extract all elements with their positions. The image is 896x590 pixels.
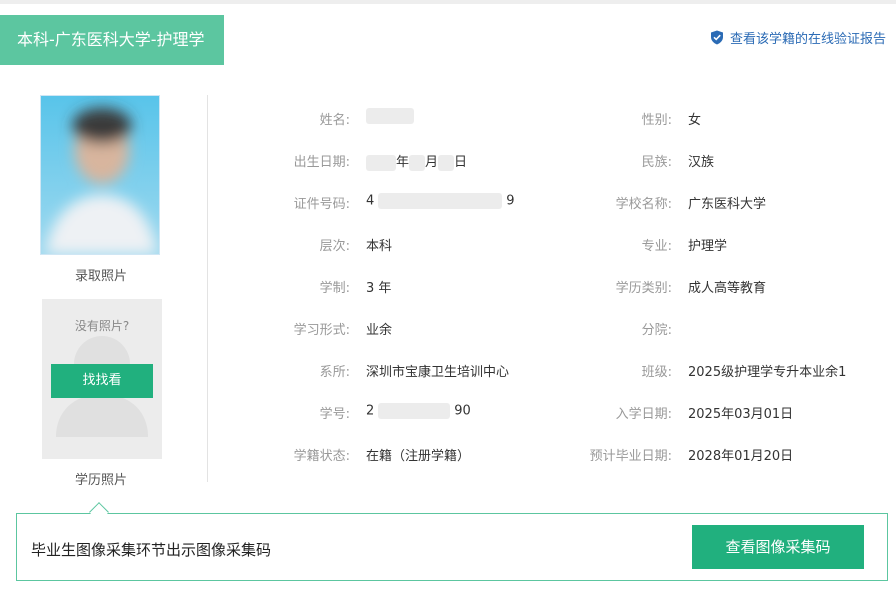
edu-type-value: 成人高等教育 bbox=[688, 281, 767, 296]
name-label: 姓名: bbox=[319, 113, 350, 128]
graduation-date-label: 预计毕业日期: bbox=[589, 449, 672, 464]
enroll-date-value: 2025年03月01日 bbox=[688, 407, 794, 422]
no-photo-text: 没有照片? bbox=[74, 319, 130, 333]
degree-photo-caption: 学历照片 bbox=[74, 473, 127, 488]
redacted-block bbox=[378, 403, 451, 419]
study-form-value: 业余 bbox=[366, 323, 393, 338]
class-value: 2025级护理学专升本业余1 bbox=[688, 365, 847, 380]
image-code-text: 毕业生图像采集环节出示图像采集码 bbox=[31, 541, 272, 559]
admission-photo bbox=[40, 95, 160, 255]
status-value: 在籍（注册学籍） bbox=[366, 449, 471, 464]
school-label: 学校名称: bbox=[615, 197, 672, 212]
student-no-prefix: 2 bbox=[366, 403, 375, 419]
ethnicity-label: 民族: bbox=[641, 155, 672, 170]
birth-month-suffix: 月 bbox=[425, 155, 439, 170]
id-label: 证件号码: bbox=[293, 197, 350, 212]
duration-value: 3 年 bbox=[366, 281, 392, 296]
find-photo-button[interactable]: 找找看 bbox=[51, 364, 153, 398]
student-no-value: 2 90 bbox=[366, 403, 471, 419]
edu-type-label: 学历类别: bbox=[615, 281, 672, 296]
birth-day-suffix: 日 bbox=[454, 155, 468, 170]
admission-photo-caption: 录取照片 bbox=[74, 269, 127, 284]
redacted-block bbox=[366, 154, 396, 171]
level-label: 层次: bbox=[319, 239, 350, 254]
redacted-block bbox=[378, 193, 503, 209]
birth-label: 出生日期: bbox=[293, 155, 350, 170]
duration-label: 学制: bbox=[319, 281, 350, 296]
status-label: 学籍状态: bbox=[293, 449, 350, 464]
department-label: 系所: bbox=[319, 365, 350, 380]
top-border bbox=[0, 0, 896, 4]
student-no-suffix: 90 bbox=[454, 403, 471, 419]
department-value: 深圳市宝康卫生培训中心 bbox=[366, 365, 510, 380]
gender-value: 女 bbox=[688, 113, 702, 128]
student-no-label: 学号: bbox=[319, 407, 350, 422]
view-image-code-button[interactable]: 查看图像采集码 bbox=[692, 525, 864, 569]
id-value: 49 bbox=[366, 193, 515, 209]
column-divider bbox=[207, 95, 208, 482]
degree-photo-placeholder: 没有照片? 找找看 bbox=[42, 299, 162, 459]
birth-value: 年月日 bbox=[366, 151, 467, 171]
verify-link-label: 查看该学籍的在线验证报告 bbox=[729, 32, 886, 47]
redacted-block bbox=[409, 154, 426, 171]
major-value: 护理学 bbox=[688, 239, 728, 254]
study-form-label: 学习形式: bbox=[293, 323, 350, 338]
level-value: 本科 bbox=[366, 239, 393, 254]
image-code-panel: 毕业生图像采集环节出示图像采集码 查看图像采集码 bbox=[16, 513, 888, 581]
school-value: 广东医科大学 bbox=[688, 197, 767, 212]
record-title-tab: 本科-广东医科大学-护理学 bbox=[0, 15, 224, 65]
shield-icon bbox=[710, 30, 723, 45]
redacted-block bbox=[438, 154, 455, 171]
id-suffix: 9 bbox=[506, 193, 515, 209]
id-prefix: 4 bbox=[366, 193, 375, 209]
ethnicity-value: 汉族 bbox=[688, 155, 715, 170]
class-label: 班级: bbox=[641, 365, 672, 380]
enroll-date-label: 入学日期: bbox=[615, 407, 672, 422]
redacted-block bbox=[366, 108, 414, 124]
verify-report-link[interactable]: 查看该学籍的在线验证报告 bbox=[710, 28, 886, 47]
graduation-date-value: 2028年01月20日 bbox=[688, 449, 794, 464]
gender-label: 性别: bbox=[641, 113, 672, 128]
major-label: 专业: bbox=[641, 239, 672, 254]
branch-label: 分院: bbox=[641, 323, 672, 338]
photo-column: 录取照片 没有照片? 找找看 学历照片 bbox=[40, 95, 164, 488]
birth-year-suffix: 年 bbox=[396, 155, 410, 170]
name-value bbox=[366, 108, 414, 124]
